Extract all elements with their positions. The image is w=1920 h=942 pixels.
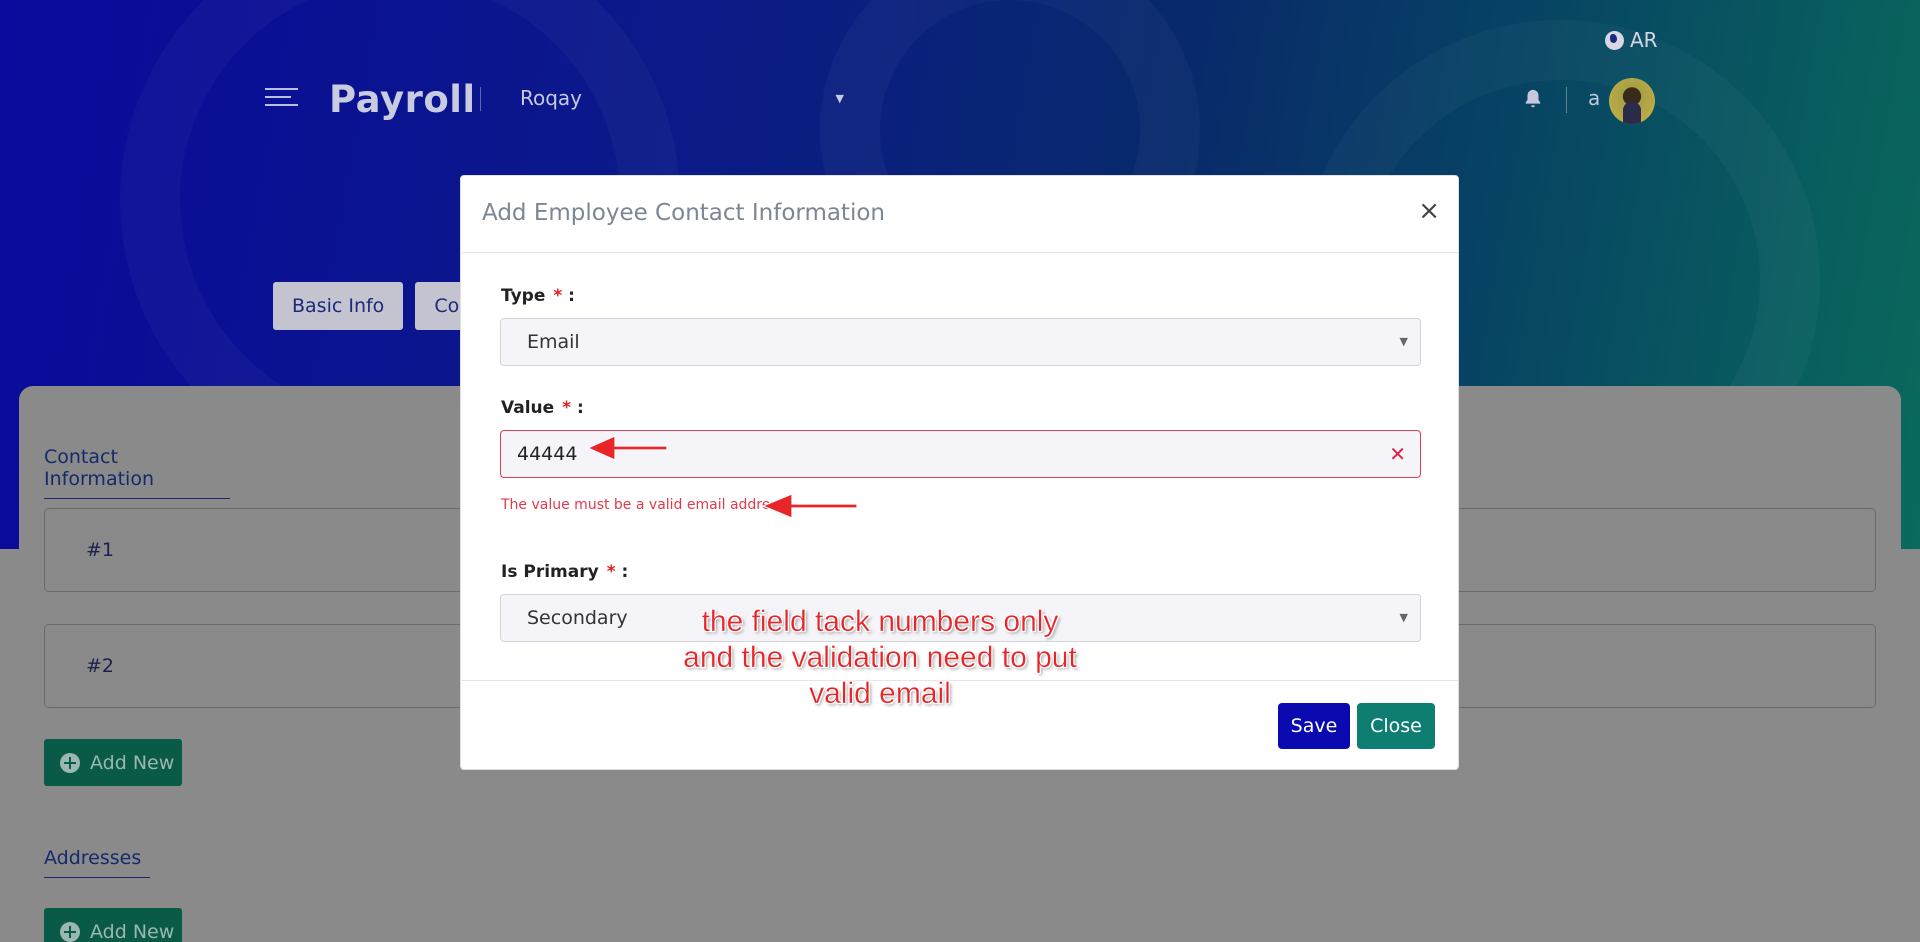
- save-button[interactable]: Save: [1278, 703, 1350, 749]
- clear-icon[interactable]: ✕: [1389, 431, 1406, 477]
- chevron-down-icon: ▼: [835, 92, 844, 105]
- divider: [480, 87, 481, 111]
- tab-basic-info[interactable]: Basic Info: [273, 282, 404, 330]
- annotation-arrow-icon: [761, 493, 858, 519]
- value-label-text: Value: [501, 398, 555, 418]
- contact-section-title: Contact Information: [44, 446, 230, 499]
- chevron-down-icon: ▼: [1399, 611, 1408, 624]
- value-label: Value * :: [501, 398, 584, 418]
- globe-icon: [1605, 30, 1624, 50]
- annotation-line: valid email: [809, 677, 951, 710]
- bell-icon[interactable]: [1522, 88, 1544, 110]
- primary-value: Secondary: [527, 607, 628, 629]
- company-value: Roqay: [520, 86, 583, 110]
- addresses-section-title: Addresses: [44, 847, 150, 878]
- type-label-text: Type: [501, 286, 546, 306]
- annotation-line: and the validation need to put: [683, 641, 1077, 674]
- plus-circle-icon: [60, 752, 80, 773]
- add-new-label: Add New: [90, 920, 175, 942]
- row-label: #2: [86, 655, 115, 677]
- user-name: a: [1588, 86, 1601, 110]
- required-mark: *: [553, 286, 563, 306]
- avatar[interactable]: [1609, 78, 1655, 124]
- annotation-arrow-icon: [586, 435, 668, 461]
- app-brand: Payroll: [329, 78, 476, 121]
- label-colon: :: [621, 562, 629, 582]
- annotation-line: the field tack numbers only: [701, 605, 1059, 638]
- value-input-text: 44444: [517, 443, 578, 465]
- add-address-button[interactable]: Add New: [44, 908, 182, 942]
- row-label: #1: [86, 539, 115, 561]
- required-mark: *: [562, 398, 572, 418]
- add-contact-button[interactable]: Add New: [44, 739, 182, 786]
- divider: [1566, 87, 1567, 113]
- required-mark: *: [606, 562, 616, 582]
- company-select[interactable]: Roqay ▼: [520, 86, 850, 116]
- type-select[interactable]: Email ▼: [500, 318, 1421, 366]
- modal-header: Add Employee Contact Information ×: [461, 176, 1458, 253]
- add-new-label: Add New: [90, 751, 175, 774]
- close-button[interactable]: Close: [1357, 703, 1435, 749]
- annotation-note: the field tack numbers only and the vali…: [655, 604, 1105, 712]
- chevron-down-icon: ▼: [1399, 335, 1408, 348]
- primary-label: Is Primary * :: [501, 562, 628, 582]
- language-toggle[interactable]: AR: [1605, 28, 1658, 52]
- type-value: Email: [527, 331, 580, 353]
- language-label: AR: [1630, 28, 1658, 52]
- menu-icon[interactable]: [265, 88, 298, 112]
- primary-label-text: Is Primary: [501, 562, 599, 582]
- type-label: Type * :: [501, 286, 575, 306]
- value-error-message: The value must be a valid email address.: [501, 497, 790, 513]
- close-icon[interactable]: ×: [1418, 198, 1440, 224]
- label-colon: :: [568, 286, 575, 306]
- modal-title: Add Employee Contact Information: [482, 200, 885, 226]
- plus-circle-icon: [60, 921, 80, 942]
- label-colon: :: [576, 398, 584, 418]
